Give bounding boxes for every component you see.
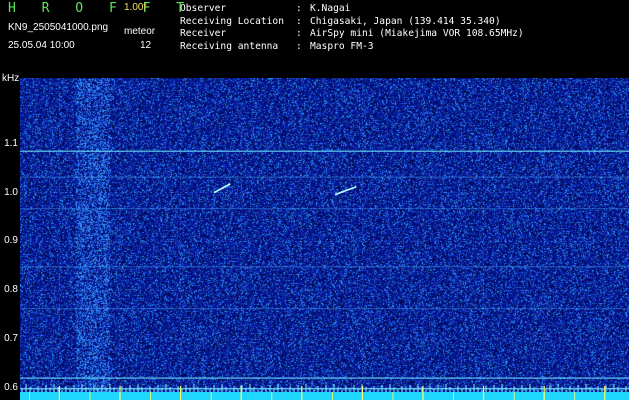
info-key: Receiving antenna (180, 40, 279, 52)
info-key: Observer (180, 3, 227, 14)
y-tick-label: 0.6 (4, 381, 18, 393)
app-version: 1.00f (124, 2, 147, 13)
y-tick-label: 0.7 (4, 333, 18, 344)
info-row-antenna: Receiving antenna : Maspro FM-3 (180, 41, 524, 54)
y-tick-label: 1.1 (4, 137, 18, 149)
info-value: Chigasaki, Japan (139.414 35.340) (310, 15, 501, 27)
info-value: AirSpy mini (Miakejima VOR 108.65MHz) (310, 28, 524, 40)
info-separator: : (296, 15, 302, 27)
info-separator: : (296, 3, 302, 14)
meteor-echo (334, 186, 357, 196)
y-axis-unit-label: kHz (2, 73, 20, 84)
info-separator: : (296, 28, 302, 40)
meteor-count: 12 (140, 40, 152, 51)
observation-info: Observer : K.Nagai Receiving Location : … (180, 3, 524, 53)
meteor-label: meteor (124, 26, 156, 37)
info-row-observer: Observer : K.Nagai (180, 3, 524, 16)
info-key: Receiving Location (180, 15, 284, 27)
header-panel: H R O F F T 1.00f KN9_2505041000.png met… (0, 0, 629, 78)
info-value: Maspro FM-3 (310, 40, 374, 52)
info-key: Receiver (180, 28, 227, 40)
spectrogram-plot (20, 78, 629, 400)
observation-datetime: 25.05.04 10:00 (8, 40, 75, 51)
info-value: K.Nagai (310, 3, 351, 14)
info-row-location: Receiving Location : Chigasaki, Japan (1… (180, 16, 524, 29)
noise-floor-band (20, 392, 629, 400)
y-tick-label: 0.8 (4, 284, 18, 296)
info-separator: : (296, 40, 302, 52)
y-tick-label: 1.0 (4, 186, 18, 198)
file-name: KN9_2505041000.png (8, 22, 109, 33)
info-row-receiver: Receiver : AirSpy mini (Miakejima VOR 10… (180, 28, 524, 41)
spectrogram-overlay (20, 88, 629, 400)
meteor-echo (213, 183, 231, 194)
app-title: H R O F F T (8, 1, 194, 16)
y-tick-label: 0.9 (4, 235, 18, 247)
